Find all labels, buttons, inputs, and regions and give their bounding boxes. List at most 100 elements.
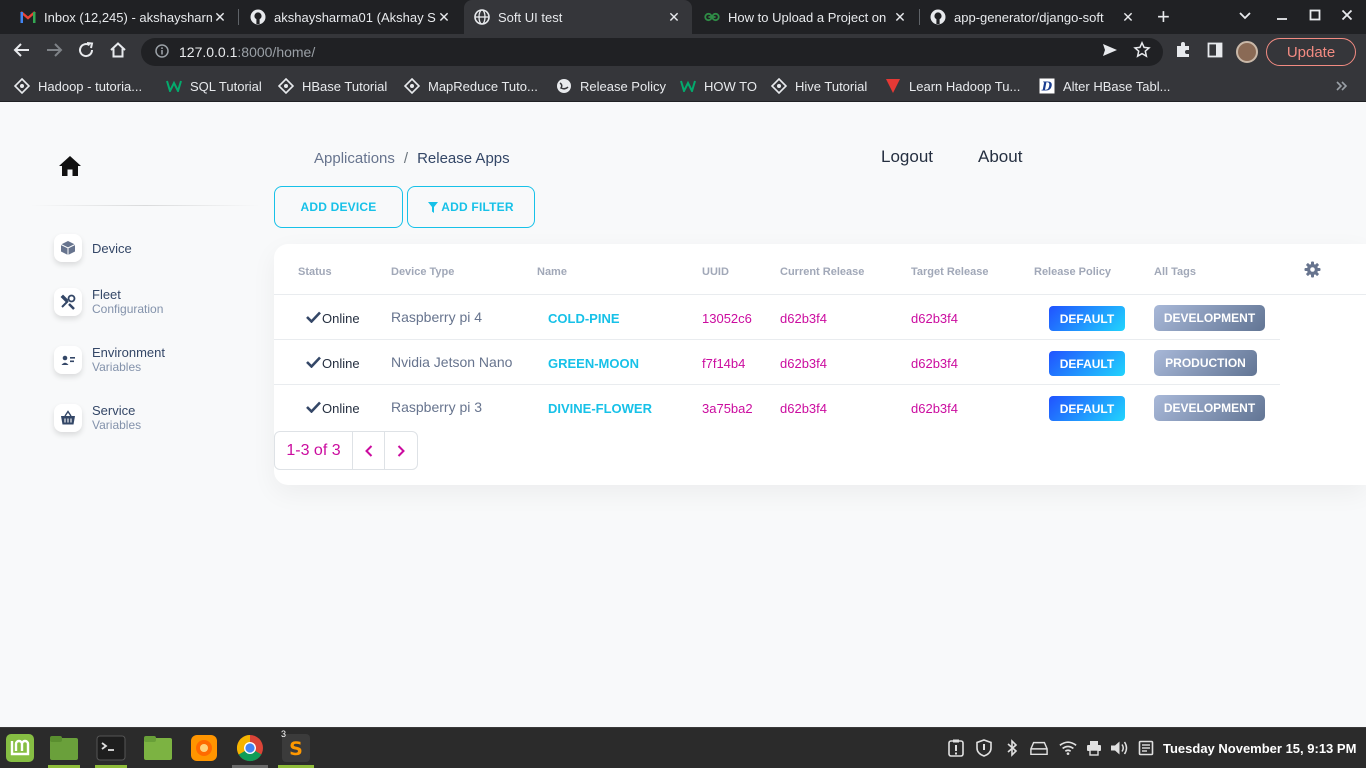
breadcrumb: Applications / Release Apps [314,150,510,167]
release-policy-badge[interactable]: DEFAULT [1049,396,1125,421]
notes-icon[interactable] [1137,739,1155,757]
uuid-cell: f7f14b4 [702,356,746,371]
release-policy-badge[interactable]: DEFAULT [1049,351,1125,376]
mint-menu-icon[interactable] [4,732,36,764]
bookmark-item[interactable]: Learn Hadoop Tu... [885,76,1020,96]
next-page-button[interactable] [385,432,417,469]
prev-page-button[interactable] [353,432,385,469]
tab-title: How to Upload a Project on [728,9,887,25]
wifi-icon[interactable] [1059,739,1077,757]
chrome-icon[interactable] [234,732,266,764]
column-header[interactable]: Target Release [911,266,988,278]
column-header[interactable]: Device Type [391,266,454,278]
volume-icon[interactable] [1110,739,1128,757]
new-tab-button[interactable]: + [1157,6,1170,28]
folder-icon[interactable] [142,732,174,764]
browser-tab-gmail[interactable]: Inbox (12,245) - akshaysharm ✕ [10,0,238,34]
add-filter-button[interactable]: ADD FILTER [407,186,535,228]
bookmark-star-icon[interactable] [1131,40,1153,64]
sidebar-item-fleet[interactable]: Fleet Configuration [54,287,163,317]
sidebar-item-sublabel: Variables [92,360,142,374]
printer-icon[interactable] [1085,739,1103,757]
bookmark-item[interactable]: Release Policy [556,76,666,96]
bookmark-label: HBase Tutorial [302,78,388,94]
profile-avatar[interactable] [1236,41,1258,63]
bookmark-item[interactable]: SQL Tutorial [166,76,262,96]
home-icon[interactable] [58,155,82,177]
column-header[interactable]: All Tags [1154,266,1196,278]
tab-close-icon[interactable]: ✕ [1120,9,1136,26]
back-icon[interactable] [11,41,33,64]
tab-close-icon[interactable]: ✕ [212,9,228,26]
browser-tab-github-2[interactable]: app-generator/django-soft ✕ [920,0,1146,34]
bookmark-label: MapReduce Tuto... [428,78,538,94]
tag-badge[interactable]: DEVELOPMENT [1154,395,1265,421]
bookmark-item[interactable]: Hive Tutorial [771,76,867,96]
address-bar[interactable]: 127.0.0.1 :8000/home/ [141,38,1163,66]
send-icon[interactable] [1099,41,1121,63]
column-header[interactable]: Name [537,266,567,278]
close-window-icon[interactable] [1341,8,1353,24]
add-device-button[interactable]: ADD DEVICE [274,186,403,228]
browser-tab-soft-ui[interactable]: Soft UI test ✕ [464,0,692,34]
uuid-cell: 13052c6 [702,311,752,326]
terminal-icon[interactable] [95,732,127,764]
bluetooth-icon[interactable] [1003,739,1021,757]
github-icon [250,9,266,25]
clipboard-icon[interactable] [947,739,965,757]
gmail-icon [20,9,36,25]
tab-search-icon[interactable] [1238,8,1252,24]
sidebar-item-device[interactable]: Device [54,234,132,262]
site-info-icon[interactable] [155,43,169,61]
svg-text:D: D [1041,80,1053,94]
extensions-icon[interactable] [1172,41,1194,64]
reload-icon[interactable] [75,41,97,64]
tutorialspoint-icon [404,78,420,94]
logout-link[interactable]: Logout [881,147,933,167]
about-link[interactable]: About [978,147,1022,167]
browser-tab-geeksforgeeks[interactable]: How to Upload a Project on ✕ [694,0,918,34]
os-taskbar: S 3 Tuesday November 15, 9:13 PM [0,727,1366,768]
bookmark-item[interactable]: HOW TO [680,76,757,96]
browser-tab-github[interactable]: akshaysharma01 (Akshay Sh ✕ [240,0,462,34]
drive-icon[interactable] [1030,739,1048,757]
device-name-link[interactable]: COLD-PINE [548,311,620,326]
column-header[interactable]: Release Policy [1034,266,1111,278]
device-name-link[interactable]: GREEN-MOON [548,356,639,371]
column-header[interactable]: Current Release [780,266,864,278]
sidebar-item-service[interactable]: Service Variables [54,403,141,433]
column-header[interactable]: Status [298,266,332,278]
forward-icon[interactable] [43,41,65,64]
firefox-icon[interactable] [188,732,220,764]
device-name-link[interactable]: DIVINE-FLOWER [548,401,652,416]
device-type-cell: Nvidia Jetson Nano [391,354,513,370]
bookmark-item[interactable]: Hadoop - tutoria... [14,76,142,96]
bookmark-item[interactable]: MapReduce Tuto... [404,76,538,96]
d-icon: D [1039,78,1055,94]
update-button[interactable]: Update [1266,38,1356,66]
breadcrumb-parent[interactable]: Applications [314,150,395,167]
tag-badge[interactable]: DEVELOPMENT [1154,305,1265,331]
wrench-icon [54,288,82,316]
page-content: Device Fleet Configuration Environment V… [0,103,1366,727]
bookmark-item[interactable]: HBase Tutorial [278,76,387,96]
shield-icon[interactable] [975,739,993,757]
bookmark-item[interactable]: D Alter HBase Tabl... [1039,76,1170,96]
tab-close-icon[interactable]: ✕ [892,9,908,26]
header-divider [274,294,1366,295]
device-type-cell: Raspberry pi 4 [391,309,483,325]
settings-gear-icon[interactable] [1304,261,1321,278]
sidebar-item-environment[interactable]: Environment Variables [54,345,165,375]
side-panel-icon[interactable] [1204,41,1226,63]
tab-close-icon[interactable]: ✕ [436,9,452,26]
files-icon[interactable] [48,732,80,764]
release-policy-badge[interactable]: DEFAULT [1049,306,1125,331]
bookmarks-overflow-icon[interactable] [1336,76,1348,96]
column-header[interactable]: UUID [702,266,729,278]
tab-close-icon[interactable]: ✕ [666,9,682,26]
minimize-icon[interactable] [1276,8,1288,24]
maximize-icon[interactable] [1309,8,1321,24]
home-browser-icon[interactable] [107,41,129,64]
system-clock[interactable]: Tuesday November 15, 9:13 PM [1163,741,1356,756]
tag-badge[interactable]: PRODUCTION [1154,350,1257,376]
